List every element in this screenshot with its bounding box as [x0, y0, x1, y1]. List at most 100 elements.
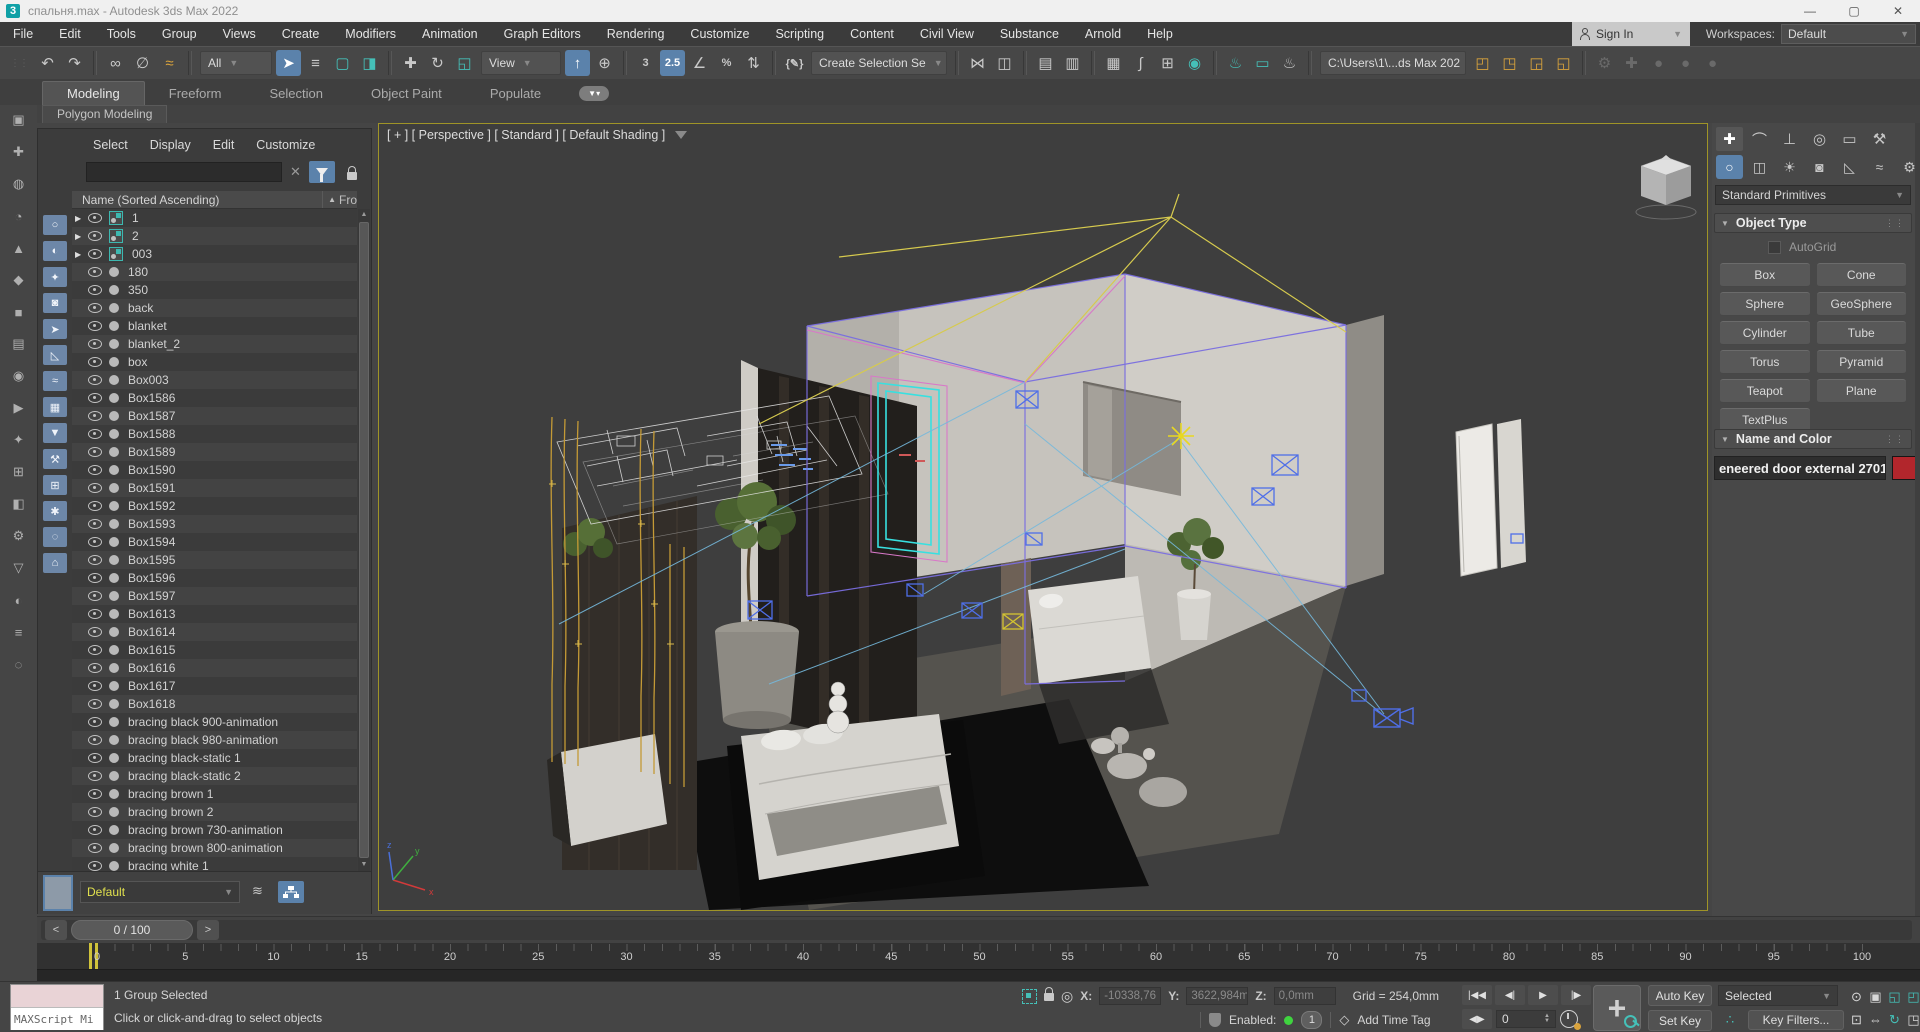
zoom-extents-all-icon[interactable]: ◰	[1905, 986, 1920, 1007]
explorer-menu-select[interactable]: Select	[82, 133, 139, 157]
dock-bars-icon[interactable]: ≡	[8, 621, 30, 643]
current-frame-field[interactable]: 0 ▲▼	[1496, 1010, 1556, 1028]
list-item[interactable]: Box1615	[72, 641, 357, 659]
explorer-menu-customize[interactable]: Customize	[245, 133, 326, 157]
material-editor-icon[interactable]: ◉	[1182, 50, 1207, 76]
use-pivot-point-center-icon[interactable]: ↑	[565, 50, 590, 76]
list-item[interactable]: Box1587	[72, 407, 357, 425]
visibility-eye-icon[interactable]	[88, 321, 102, 331]
window-crossing-toggle-icon[interactable]: ◨	[357, 50, 382, 76]
visibility-eye-icon[interactable]	[88, 285, 102, 295]
menu-create[interactable]: Create	[269, 22, 333, 46]
curve-editor-icon[interactable]: ∫	[1128, 50, 1153, 76]
extra-a-icon[interactable]: ●	[1646, 50, 1671, 76]
select-and-move-icon[interactable]: ✚	[398, 50, 423, 76]
active-layer-swatch[interactable]	[43, 875, 73, 911]
select-object-icon[interactable]: ➤	[276, 50, 301, 76]
render-preset-c-icon[interactable]: ◲	[1524, 50, 1549, 76]
schematic-view-icon[interactable]: ⊞	[1155, 50, 1180, 76]
visibility-eye-icon[interactable]	[88, 717, 102, 727]
project-folder-dropdown[interactable]: C:\Users\1\...ds Max 202▼	[1320, 51, 1466, 75]
visibility-eye-icon[interactable]	[88, 753, 102, 763]
visibility-eye-icon[interactable]	[88, 303, 102, 313]
teapot-button[interactable]: Teapot	[1720, 379, 1810, 403]
list-item[interactable]: bracing brown 2	[72, 803, 357, 821]
filter-space-warps-icon[interactable]: ≈	[43, 371, 67, 391]
tab-modify-icon[interactable]: ⌒	[1746, 127, 1773, 151]
mirror-icon[interactable]: ⋈	[965, 50, 990, 76]
visibility-eye-icon[interactable]	[88, 699, 102, 709]
pan-icon[interactable]: ⇔	[1867, 1009, 1884, 1030]
list-item[interactable]: Box003	[72, 371, 357, 389]
layer-dropdown[interactable]: Default▼	[80, 881, 240, 903]
menu-content[interactable]: Content	[837, 22, 907, 46]
dock-list-icon[interactable]: ▤	[8, 333, 30, 355]
render-preset-a-icon[interactable]: ◰	[1470, 50, 1495, 76]
list-item[interactable]: Box1618	[72, 695, 357, 713]
explorer-menu-display[interactable]: Display	[139, 133, 202, 157]
visibility-eye-icon[interactable]	[88, 537, 102, 547]
rectangular-selection-region-icon[interactable]: ▢	[330, 50, 355, 76]
menu-rendering[interactable]: Rendering	[594, 22, 678, 46]
list-item[interactable]: ▶1	[72, 209, 357, 227]
zoom-tool-icon[interactable]: ⊙	[1848, 986, 1865, 1007]
explorer-menu-edit[interactable]: Edit	[202, 133, 246, 157]
key-step-toggle[interactable]: ◀▶	[1462, 1009, 1492, 1029]
maxscript-mini-listener[interactable]: MAXScript Mi	[10, 984, 104, 1030]
previous-frame-button[interactable]: <	[45, 920, 67, 940]
filter-geometry-icon[interactable]: ◐	[43, 241, 67, 261]
auto-key-button[interactable]: Auto Key	[1648, 985, 1712, 1006]
toggle-ribbon-icon[interactable]: ▦	[1101, 50, 1126, 76]
expand-arrow-icon[interactable]: ▶	[72, 214, 88, 223]
dock-grid-icon[interactable]: ⊞	[8, 461, 30, 483]
tab-create-icon[interactable]: ✚	[1716, 127, 1743, 151]
dock-shapes-icon[interactable]: ◔	[8, 205, 30, 227]
visibility-eye-icon[interactable]	[88, 789, 102, 799]
filter-grids-icon[interactable]: ⊞	[43, 475, 67, 495]
tab-display-icon[interactable]: ▭	[1836, 127, 1863, 151]
visibility-eye-icon[interactable]	[88, 429, 102, 439]
visibility-eye-icon[interactable]	[88, 609, 102, 619]
visibility-eye-icon[interactable]	[88, 591, 102, 601]
cylinder-button[interactable]: Cylinder	[1720, 321, 1810, 345]
toolbar-drag-handle[interactable]: ⋮⋮	[10, 58, 28, 69]
undo-icon[interactable]: ↶	[35, 50, 60, 76]
zoom-region-icon[interactable]: ⊡	[1848, 1009, 1865, 1030]
select-by-name-icon[interactable]: ≡	[303, 50, 328, 76]
lock-icon[interactable]	[347, 172, 357, 180]
object-type-rollout[interactable]: ▼Object Type⋮⋮	[1714, 213, 1912, 233]
snaps-toggle-3d-icon[interactable]: 3	[633, 50, 658, 76]
list-item[interactable]: bracing brown 1	[72, 785, 357, 803]
named-selection-sets-dropdown[interactable]: Create Selection Se▼	[811, 51, 947, 75]
menu-views[interactable]: Views	[210, 22, 269, 46]
align-icon[interactable]: ◫	[992, 50, 1017, 76]
workspaces-dropdown[interactable]: Default▼	[1781, 24, 1916, 44]
list-item[interactable]: bracing black 980-animation	[72, 731, 357, 749]
time-slider-track[interactable]	[41, 920, 1912, 940]
close-button[interactable]: ✕	[1876, 0, 1920, 22]
ribbon-tab-modeling[interactable]: Modeling	[42, 81, 145, 105]
reference-coordinate-dropdown[interactable]: View▼	[481, 51, 561, 75]
dock-gear-icon[interactable]: ⚙	[8, 525, 30, 547]
isolate-toggle-icon[interactable]: ✚	[1619, 50, 1644, 76]
list-item[interactable]: Box1593	[72, 515, 357, 533]
selection-filter-dropdown[interactable]: All▼	[200, 51, 272, 75]
visibility-eye-icon[interactable]	[88, 555, 102, 565]
list-item[interactable]: Box1586	[72, 389, 357, 407]
extra-c-icon[interactable]: ●	[1700, 50, 1725, 76]
orbit-icon[interactable]: ↻	[1886, 1009, 1903, 1030]
visibility-eye-icon[interactable]	[88, 843, 102, 853]
timeline-ruler[interactable]: 0510152025303540455055606570758085909510…	[37, 943, 1920, 969]
zoom-all-icon[interactable]: ▣	[1867, 986, 1884, 1007]
visibility-eye-icon[interactable]	[88, 357, 102, 367]
dock-tri-icon[interactable]: ▽	[8, 557, 30, 579]
command-panel-scrollbar[interactable]	[1915, 123, 1920, 916]
extra-b-icon[interactable]: ●	[1673, 50, 1698, 76]
visibility-eye-icon[interactable]	[88, 339, 102, 349]
anim-layer-badge[interactable]: 1	[1301, 1011, 1322, 1029]
visibility-eye-icon[interactable]	[88, 231, 102, 241]
zoom-extents-selected-icon[interactable]: ◱	[1886, 986, 1903, 1007]
visibility-eye-icon[interactable]	[88, 213, 102, 223]
list-item[interactable]: Box1594	[72, 533, 357, 551]
select-link-icon[interactable]: ∞	[103, 50, 128, 76]
